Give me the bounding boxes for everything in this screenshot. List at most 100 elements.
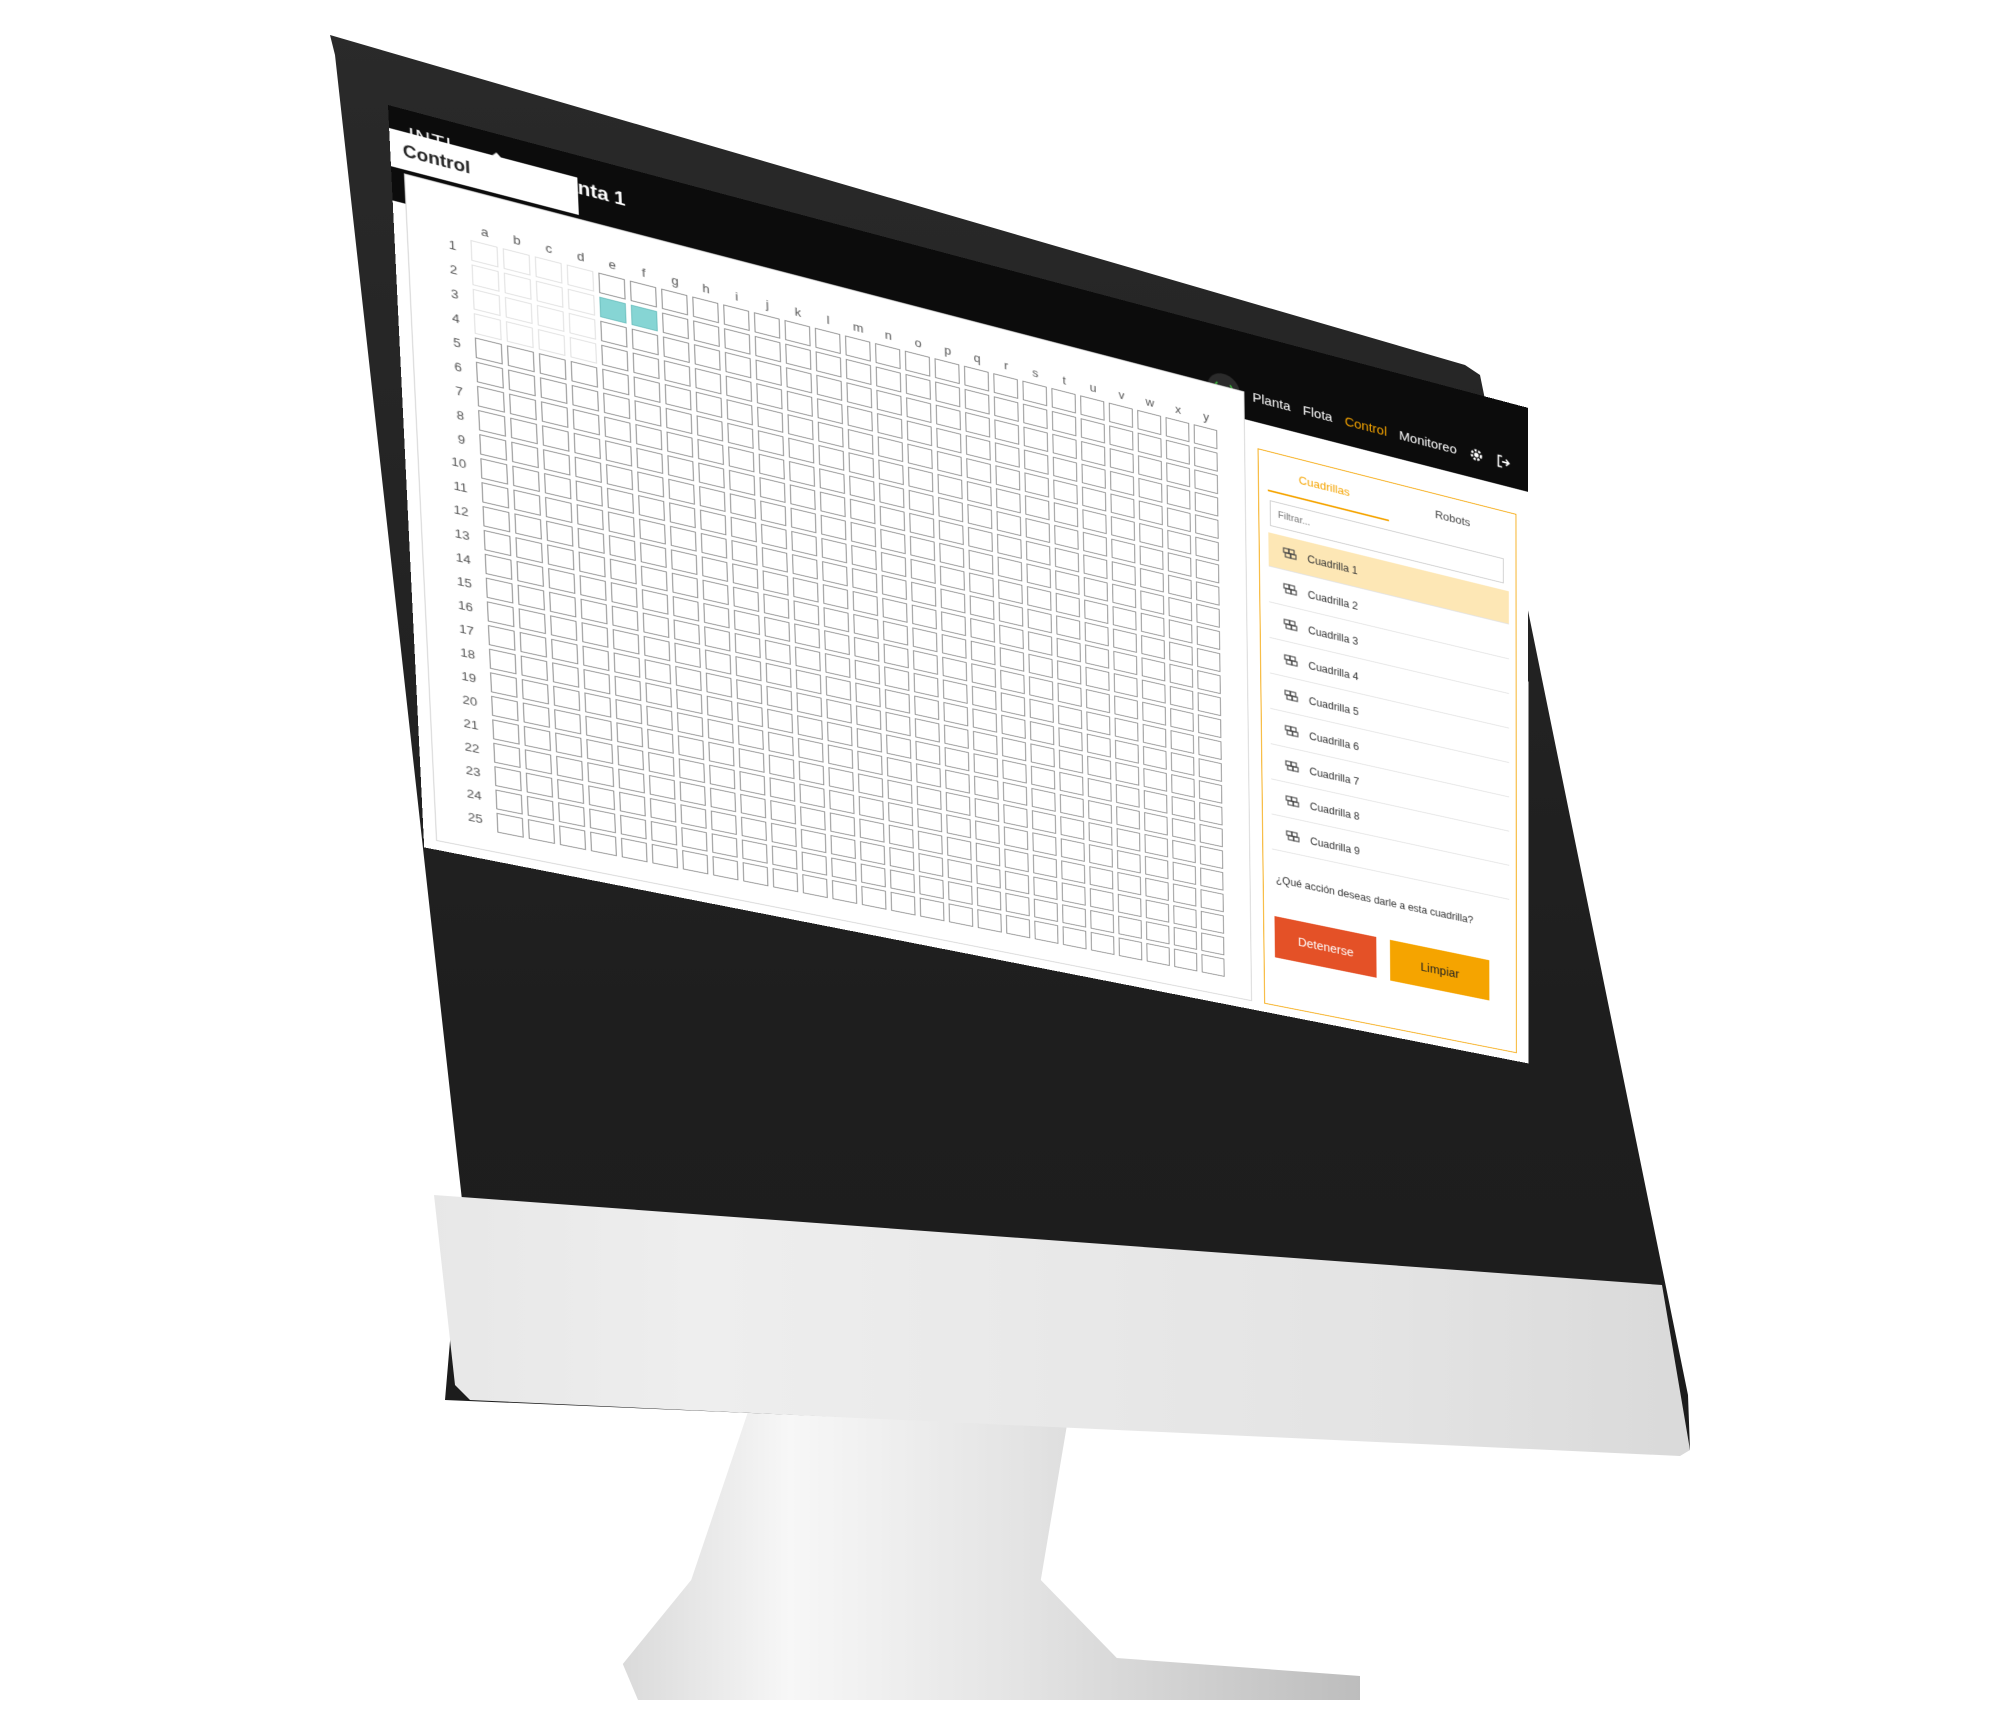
grid-cell-l8[interactable] (819, 491, 846, 518)
grid-cell-p25[interactable] (948, 903, 974, 927)
grid-cell-b21[interactable] (523, 725, 551, 752)
grid-cell-r12[interactable] (999, 624, 1024, 650)
grid-cell-y15[interactable] (1198, 736, 1222, 760)
grid-cell-p2[interactable] (935, 381, 961, 408)
grid-cell-g13[interactable] (671, 572, 699, 599)
grid-cell-f16[interactable] (643, 635, 671, 662)
grid-cell-p8[interactable] (938, 519, 964, 546)
grid-cell-d2[interactable] (567, 288, 596, 316)
grid-cell-s1[interactable] (1022, 380, 1048, 407)
grid-cell-f18[interactable] (645, 682, 672, 708)
grid-cell-o23[interactable] (918, 853, 944, 877)
grid-cell-c14[interactable] (548, 568, 576, 594)
grid-cell-l5[interactable] (817, 421, 844, 448)
grid-cell-r21[interactable] (1003, 826, 1029, 851)
grid-cell-w14[interactable] (1142, 701, 1166, 726)
grid-cell-a10[interactable] (480, 458, 509, 485)
grid-cell-j18[interactable] (767, 708, 794, 734)
grid-cell-s16[interactable] (1029, 721, 1055, 746)
grid-cell-r16[interactable] (1001, 714, 1026, 739)
grid-cell-o6[interactable] (908, 466, 934, 493)
grid-cell-r19[interactable] (1002, 781, 1028, 806)
grid-cell-l22[interactable] (829, 812, 856, 837)
grid-cell-i14[interactable] (733, 609, 760, 636)
grid-cell-t4[interactable] (1052, 456, 1078, 482)
grid-cell-b2[interactable] (503, 272, 532, 300)
grid-cell-v4[interactable] (1110, 470, 1135, 496)
grid-cell-j14[interactable] (764, 616, 791, 642)
grid-cell-q7[interactable] (967, 504, 993, 530)
grid-cell-i7[interactable] (728, 446, 755, 473)
grid-cell-d21[interactable] (586, 738, 614, 765)
grid-cell-b13[interactable] (515, 537, 543, 564)
stop-button[interactable]: Detenerse (1274, 916, 1377, 978)
grid-cell-m22[interactable] (859, 818, 885, 843)
grid-cell-v16[interactable] (1114, 739, 1139, 764)
grid-cell-m21[interactable] (858, 795, 884, 821)
grid-cell-a8[interactable] (478, 409, 506, 437)
grid-cell-a2[interactable] (471, 264, 500, 292)
grid-cell-l17[interactable] (826, 698, 852, 724)
grid-cell-d12[interactable] (577, 527, 605, 554)
grid-cell-l13[interactable] (823, 607, 850, 633)
grid-cell-h20[interactable] (708, 741, 735, 767)
grid-cell-f19[interactable] (646, 705, 673, 731)
grid-cell-v5[interactable] (1110, 493, 1135, 519)
grid-cell-r22[interactable] (1004, 848, 1029, 873)
grid-cell-n19[interactable] (886, 757, 912, 782)
grid-cell-a1[interactable] (470, 239, 499, 268)
grid-cell-y23[interactable] (1200, 910, 1225, 934)
grid-cell-d24[interactable] (589, 808, 616, 834)
grid-cell-j23[interactable] (771, 822, 797, 848)
grid-cell-l3[interactable] (816, 374, 843, 401)
grid-cell-x4[interactable] (1166, 484, 1191, 510)
grid-cell-j4[interactable] (756, 383, 783, 410)
grid-cell-p19[interactable] (945, 769, 970, 794)
grid-cell-q19[interactable] (974, 775, 999, 800)
grid-cell-j5[interactable] (757, 406, 784, 433)
grid-cell-s7[interactable] (1025, 517, 1051, 544)
grid-cell-w19[interactable] (1144, 812, 1168, 836)
grid-cell-d11[interactable] (576, 504, 604, 531)
grid-cell-s19[interactable] (1031, 787, 1056, 812)
grid-cell-h10[interactable] (699, 509, 727, 536)
grid-cell-g3[interactable] (662, 336, 690, 364)
grid-cell-y9[interactable] (1196, 603, 1220, 628)
grid-cell-g2[interactable] (662, 312, 689, 340)
grid-cell-c4[interactable] (537, 329, 566, 356)
grid-cell-w7[interactable] (1139, 545, 1164, 571)
grid-cell-n7[interactable] (879, 482, 905, 509)
grid-cell-g7[interactable] (666, 431, 694, 458)
grid-cell-m4[interactable] (847, 405, 873, 432)
grid-cell-x9[interactable] (1168, 596, 1193, 622)
grid-cell-p11[interactable] (940, 588, 966, 614)
grid-cell-c20[interactable] (554, 709, 582, 735)
grid-cell-k21[interactable] (799, 783, 825, 808)
grid-cell-y6[interactable] (1195, 536, 1219, 562)
grid-cell-e1[interactable] (598, 272, 626, 300)
grid-cell-t15[interactable] (1057, 705, 1083, 730)
grid-cell-d8[interactable] (573, 432, 601, 460)
grid-cell-m15[interactable] (854, 659, 881, 685)
grid-cell-q5[interactable] (966, 458, 992, 484)
grid-cell-p22[interactable] (946, 836, 972, 861)
grid-cell-m20[interactable] (858, 773, 884, 798)
grid-cell-v10[interactable] (1112, 606, 1137, 631)
grid-cell-b25[interactable] (527, 819, 555, 844)
grid-cell-b6[interactable] (508, 369, 536, 397)
grid-cell-d19[interactable] (584, 692, 612, 718)
grid-cell-j8[interactable] (759, 477, 786, 503)
grid-cell-c25[interactable] (559, 825, 586, 851)
grid-cell-o13[interactable] (912, 627, 938, 653)
grid-cell-t5[interactable] (1053, 479, 1078, 505)
grid-cell-g17[interactable] (675, 665, 702, 692)
grid-cell-v3[interactable] (1109, 448, 1134, 474)
grid-cell-y2[interactable] (1194, 446, 1218, 472)
grid-cell-s5[interactable] (1024, 472, 1050, 498)
grid-cell-a6[interactable] (475, 361, 504, 389)
grid-cell-t11[interactable] (1056, 615, 1081, 640)
grid-cell-o15[interactable] (913, 672, 939, 698)
grid-cell-i16[interactable] (735, 656, 762, 682)
grid-cell-s2[interactable] (1022, 403, 1048, 430)
grid-cell-y13[interactable] (1197, 692, 1222, 717)
